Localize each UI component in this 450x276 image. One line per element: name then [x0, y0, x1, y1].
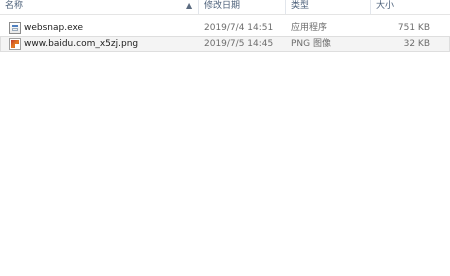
file-name: www.baidu.com_x5zj.png: [24, 39, 139, 49]
file-size: 751 KB: [397, 23, 430, 33]
png-icon: [9, 38, 21, 50]
file-row[interactable]: websnap.exe 2019/7/4 14:51 应用程序 751 KB: [0, 20, 450, 36]
sort-ascending-icon[interactable]: ▲: [186, 1, 192, 10]
file-row-selected[interactable]: www.baidu.com_x5zj.png 2019/7/5 14:45 PN…: [0, 36, 450, 52]
file-date: 2019/7/4 14:51: [204, 23, 274, 33]
file-size: 32 KB: [403, 39, 430, 49]
column-header-bar: 名称 ▲ 修改日期 类型 大小: [0, 0, 450, 15]
file-list: websnap.exe 2019/7/4 14:51 应用程序 751 KB w…: [0, 20, 450, 52]
column-header-type[interactable]: 类型: [286, 0, 370, 14]
file-type: PNG 图像: [291, 39, 331, 49]
file-type: 应用程序: [291, 23, 328, 33]
file-name: websnap.exe: [24, 23, 84, 33]
column-header-date[interactable]: 修改日期: [199, 0, 285, 14]
column-header-size[interactable]: 大小: [371, 0, 450, 14]
exe-icon: [9, 22, 21, 34]
column-header-name[interactable]: 名称: [0, 0, 198, 14]
file-date: 2019/7/5 14:45: [204, 39, 274, 49]
